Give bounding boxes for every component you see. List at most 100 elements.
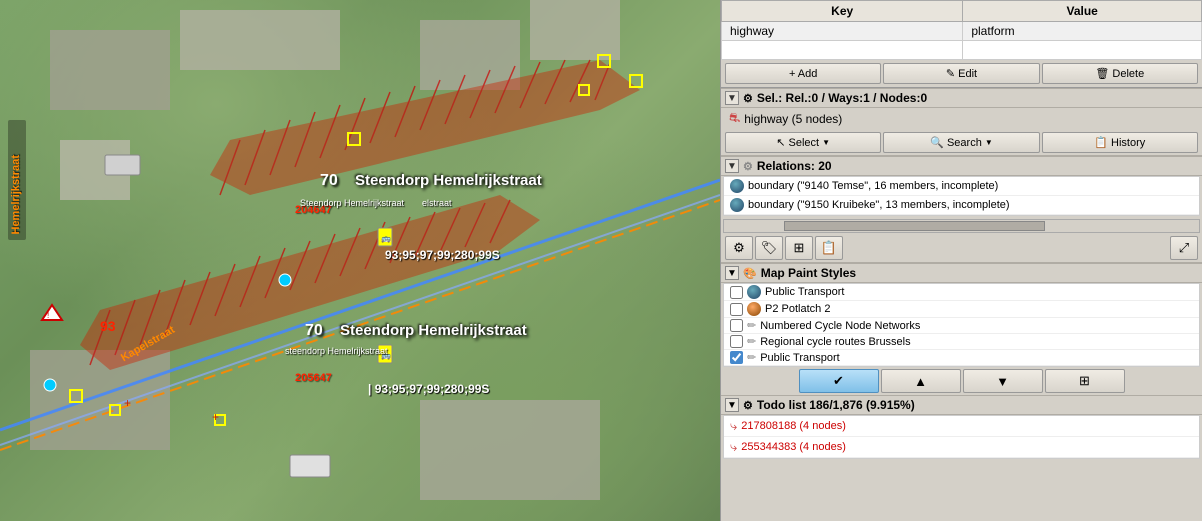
route-label-top: 93;95;97;99;280;99S [385,248,500,262]
way-icon: ⛐ [729,110,740,128]
paint-item-2[interactable]: ✏ Numbered Cycle Node Networks [724,318,1199,334]
grid-button[interactable]: ⊞ [1045,369,1125,393]
paint-label-4: Public Transport [760,352,839,364]
horizontal-scrollbar[interactable] [723,219,1200,233]
search-label: Search [947,137,982,149]
toolbar-paste-icon[interactable]: 📋 [815,236,843,260]
num-93: 93 [100,318,116,334]
map-paint-expand-icon: ▼ [725,266,739,280]
check-button[interactable]: ✔ [799,369,879,393]
select-icon: ↖ [776,136,785,149]
paint-checkbox-3[interactable] [730,335,743,348]
relation-globe-icon-0 [730,179,744,193]
todo-item-1[interactable]: ⤷ 255344383 (4 nodes) [724,437,1199,458]
icon-toolbar: ⚙ 🏷 ⊞ 📋 ⤢ [721,234,1202,263]
small-label-elstraat: elstraat [422,198,452,208]
relations-list: boundary ("9140 Temse", 16 members, inco… [723,176,1200,216]
todo-list-header[interactable]: ▼ ⚙ Todo list 186/1,876 (9.915%) [721,395,1202,415]
paint-pencil-icon-2: ✏ [747,319,756,332]
todo-header-text: Todo list 186/1,876 (9.915%) [757,398,915,412]
kv-header-key: Key [722,1,963,22]
paint-checkbox-1[interactable] [730,303,743,316]
toolbar-copy-icon[interactable]: ⊞ [785,236,813,260]
relation-item-1[interactable]: boundary ("9150 Kruibeke", 13 members, i… [724,196,1199,215]
relations-header[interactable]: ▼ ⚙ Relations: 20 [721,156,1202,176]
relations-header-text: Relations: 20 [757,159,832,173]
toolbar-resize-icon[interactable]: ⤢ [1170,236,1198,260]
node-205647: 205647 [295,372,332,384]
todo-text-0: 217808188 (4 nodes) [741,420,846,432]
small-label-steendorp-top: Steendorp Hemelrijkstraat [300,198,404,208]
kv-row-empty [722,41,1202,60]
paint-checkbox-2[interactable] [730,319,743,332]
kv-table: Key Value highway platform [721,0,1202,60]
kv-row-highway[interactable]: highway platform [722,22,1202,41]
search-button[interactable]: 🔍 Search ▼ [883,132,1039,153]
paint-pencil-icon-3: ✏ [747,335,756,348]
right-panel: Key Value highway platform + Add ✎ Edit … [720,0,1202,521]
relations-expand-icon: ▼ [725,159,739,173]
add-button[interactable]: + Add [725,63,881,84]
map-paint-header-text: Map Paint Styles [761,266,856,280]
relation-globe-icon-1 [730,198,744,212]
svg-text:+: + [124,396,131,410]
relation-item-0[interactable]: boundary ("9140 Temse", 16 members, inco… [724,177,1199,196]
sel-info-header[interactable]: ▼ ⚙ Sel.: Rel.:0 / Ways:1 / Nodes:0 [721,88,1202,108]
svg-text:🚌: 🚌 [381,234,391,243]
kv-header-value: Value [963,1,1202,22]
select-label: Select [789,137,820,149]
arrow-buttons-row: ✔ ▲ ▼ ⊞ [721,367,1202,395]
num-70-top: 70 [320,172,338,190]
paint-item-3[interactable]: ✏ Regional cycle routes Brussels [724,334,1199,350]
paint-item-0[interactable]: Public Transport [724,284,1199,301]
todo-text-1: 255344383 (4 nodes) [741,441,846,453]
paint-label-3: Regional cycle routes Brussels [760,336,910,348]
svg-text:!: ! [47,311,49,320]
history-button[interactable]: 📋 History [1042,132,1198,153]
paint-label-1: P2 Potlatch 2 [765,303,830,315]
toolbar-tag-icon[interactable]: 🏷 [755,236,783,260]
sel-expand-icon: ▼ [725,91,739,105]
history-icon: 📋 [1094,136,1108,149]
kv-value-platform[interactable]: platform [963,22,1202,41]
map-svg-overlay: 🚌 🚌 ! + + [0,0,720,521]
paint-styles-list: Public Transport P2 Potlatch 2 ✏ Numbere… [723,283,1200,367]
map-paint-styles-header[interactable]: ▼ 🎨 Map Paint Styles [721,263,1202,283]
todo-list: ⤷ 217808188 (4 nodes) ⤷ 255344383 (4 nod… [723,415,1200,459]
todo-item-0[interactable]: ⤷ 217808188 (4 nodes) [724,416,1199,437]
select-search-history-row: ↖ Select ▼ 🔍 Search ▼ 📋 History [721,130,1202,156]
up-button[interactable]: ▲ [881,369,961,393]
edit-button[interactable]: ✎ Edit [883,63,1039,84]
history-label: History [1111,137,1145,149]
todo-expand-icon: ▼ [725,398,739,412]
paint-pencil-icon-4: ✏ [747,351,756,364]
way-info-text: highway (5 nodes) [744,112,842,126]
paint-item-4[interactable]: ✏ Public Transport [724,350,1199,366]
sel-info-text: Sel.: Rel.:0 / Ways:1 / Nodes:0 [757,91,927,105]
relation-text-1: boundary ("9150 Kruibeke", 13 members, i… [748,199,1010,211]
route-label-bottom: | 93;95;97;99;280;99S [368,382,489,396]
map-panel[interactable]: 🚌 🚌 ! + + Hemelrijkstraat Steendorp Heme… [0,0,720,521]
paint-item-1[interactable]: P2 Potlatch 2 [724,301,1199,318]
paint-globe-icon-0 [747,285,761,299]
kv-key-highway[interactable]: highway [722,22,963,41]
svg-text:+: + [212,410,219,424]
todo-icon-0: ⤷ [730,418,737,434]
delete-button[interactable]: 🗑 Delete [1042,63,1198,84]
paint-label-2: Numbered Cycle Node Networks [760,320,920,332]
paint-checkbox-0[interactable] [730,286,743,299]
num-70-bottom: 70 [305,322,323,340]
select-button[interactable]: ↖ Select ▼ [725,132,881,153]
todo-icon-1: ⤷ [730,439,737,455]
scroll-thumb[interactable] [784,221,1045,231]
search-dropdown-arrow: ▼ [985,138,993,147]
paint-globe-icon-1 [747,302,761,316]
toolbar-settings-icon[interactable]: ⚙ [725,236,753,260]
relation-text-0: boundary ("9140 Temse", 16 members, inco… [748,180,998,192]
down-button[interactable]: ▼ [963,369,1043,393]
way-info-row: ⛐ highway (5 nodes) [721,108,1202,130]
select-dropdown-arrow: ▼ [822,138,830,147]
paint-label-0: Public Transport [765,286,844,298]
paint-checkbox-4[interactable] [730,351,743,364]
small-label-steendorp-bottom: steendorp Hemelrijkstraat [285,346,388,356]
